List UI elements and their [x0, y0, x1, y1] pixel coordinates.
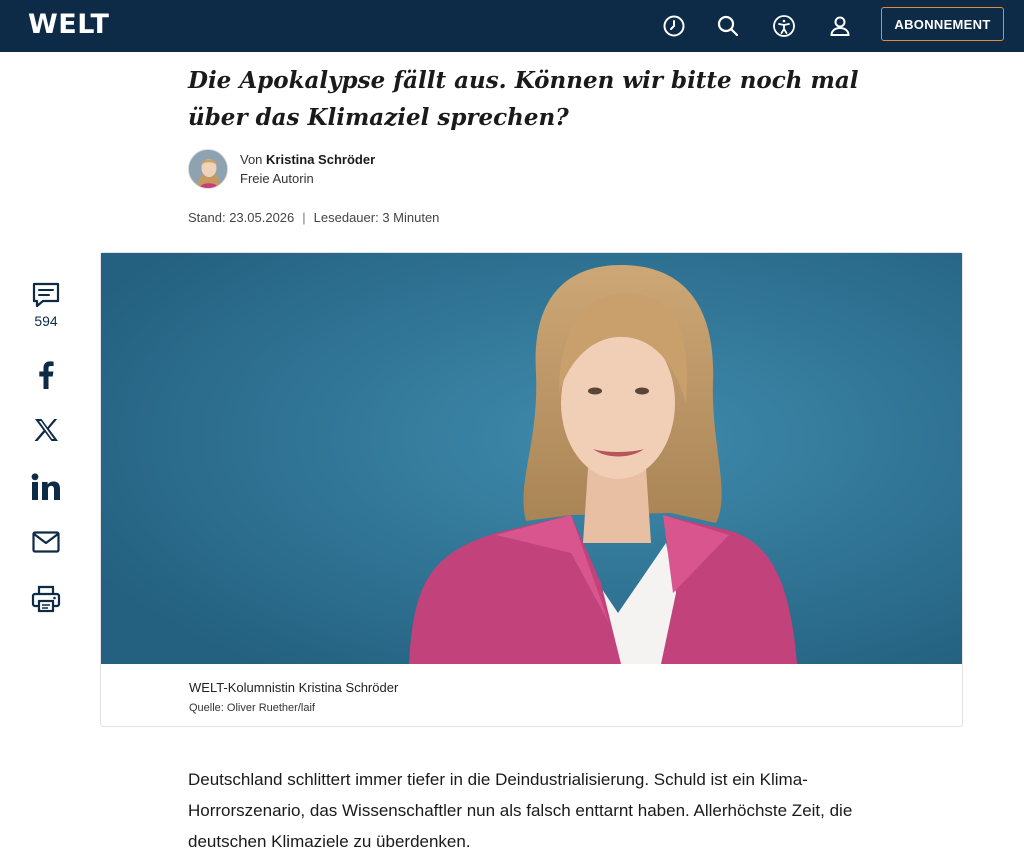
- author-portrait-photo[interactable]: [101, 253, 962, 664]
- article-lead: Deutschland schlittert immer tiefer in d…: [188, 770, 853, 851]
- search-icon[interactable]: [713, 11, 743, 41]
- hero-figure: WELT-Kolumnistin Kristina Schröder Quell…: [100, 252, 963, 727]
- print-button[interactable]: [26, 585, 66, 613]
- top-navigation-bar: WELT ABONNEMENT: [0, 0, 1024, 52]
- share-linkedin-button[interactable]: [26, 473, 66, 501]
- facebook-icon: [39, 361, 54, 389]
- subscribe-button[interactable]: ABONNEMENT: [881, 7, 1004, 41]
- author-role: Freie Autorin: [240, 171, 314, 186]
- welt-logo[interactable]: WELT: [28, 9, 109, 41]
- accessibility-icon[interactable]: [769, 11, 799, 41]
- author-avatar[interactable]: [188, 149, 228, 189]
- author-byline: Von Kristina Schröder: [240, 152, 375, 167]
- mail-icon: [32, 531, 60, 553]
- linkedin-icon: [31, 473, 60, 500]
- share-facebook-button[interactable]: [26, 360, 66, 390]
- image-credit: Quelle: Oliver Ruether/laif: [189, 702, 315, 714]
- comments-button[interactable]: 594: [26, 282, 66, 329]
- article-read-time: Lesedauer: 3 Minuten: [313, 210, 440, 225]
- share-mail-button[interactable]: [26, 531, 66, 553]
- user-icon[interactable]: [825, 11, 855, 41]
- history-icon[interactable]: [659, 11, 689, 41]
- image-caption: WELT-Kolumnistin Kristina Schröder: [189, 680, 399, 695]
- article-date: Stand: 23.05.2026: [188, 210, 295, 225]
- comment-count: 594: [34, 313, 58, 329]
- author-prefix: Von: [240, 152, 263, 167]
- comment-icon: [32, 282, 60, 308]
- share-x-button[interactable]: [26, 417, 66, 443]
- article-meta: Stand: 23.05.2026 | Lesedauer: 3 Minuten: [188, 210, 439, 225]
- x-icon: [34, 419, 58, 441]
- article-headline: Die Apokalypse fällt aus. Können wir bit…: [188, 67, 859, 131]
- print-icon: [31, 585, 61, 613]
- meta-divider: |: [302, 210, 306, 225]
- author-name-link[interactable]: Kristina Schröder: [266, 152, 375, 167]
